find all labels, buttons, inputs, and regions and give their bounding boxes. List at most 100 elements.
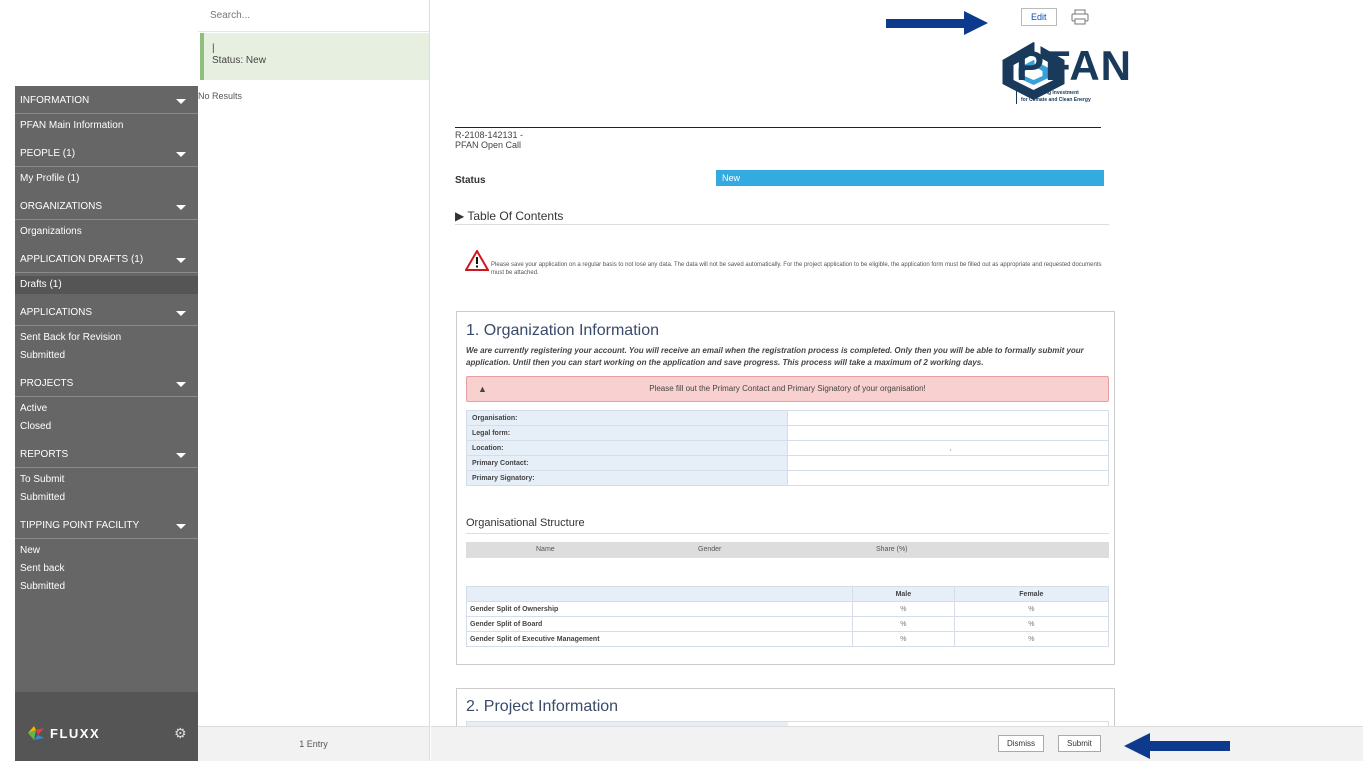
sidebar-item[interactable]: Sent back: [15, 560, 198, 578]
sidebar-section-header[interactable]: INFORMATION: [15, 88, 198, 113]
sidebar-item[interactable]: New: [15, 542, 198, 560]
sidebar-group: Organizations: [15, 220, 198, 247]
sidebar-section-header[interactable]: TIPPING POINT FACILITY: [15, 513, 198, 538]
sidebar: INFORMATION PFAN Main Information PEOPLE (…: [15, 0, 198, 761]
fluxx-logo-icon: [28, 726, 44, 740]
header-divider: [455, 127, 1101, 128]
sidebar-item[interactable]: Sent Back for Revision: [15, 329, 198, 347]
alert-triangle-icon: ▲: [478, 384, 487, 394]
chevron-down-icon: [176, 311, 186, 316]
pfan-tagline-1: Accelerating Investment: [1021, 90, 1079, 96]
sidebar-section-label: PEOPLE (1): [20, 148, 76, 159]
chevron-down-icon: [176, 205, 186, 210]
sidebar-item[interactable]: Closed: [15, 418, 198, 436]
column-header: Share (%): [876, 546, 908, 553]
sidebar-item[interactable]: My Profile (1): [15, 170, 198, 188]
sidebar-item[interactable]: Organizations: [15, 223, 198, 241]
fluxx-logo: FLUXX: [28, 725, 100, 741]
chevron-down-icon: [176, 524, 186, 529]
edit-button[interactable]: Edit: [1021, 8, 1057, 26]
table-row: Primary Signatory:: [466, 470, 1109, 486]
detail-panel: Edit PFAN Accelerating Investment for Cl…: [431, 0, 1363, 726]
row-label: Gender Split of Board: [466, 616, 853, 632]
chevron-down-icon: [176, 99, 186, 104]
table-row: Gender Split of Ownership%%: [466, 601, 1110, 617]
sidebar-group: Drafts (1): [15, 273, 198, 300]
sidebar-section-header[interactable]: REPORTS: [15, 442, 198, 467]
action-bar: Dismiss Submit: [431, 726, 1363, 761]
table-of-contents-toggle[interactable]: ▶ Table Of Contents: [455, 209, 1109, 225]
sidebar-item[interactable]: Submitted: [15, 347, 198, 365]
list-item[interactable]: | Status: New: [200, 33, 429, 80]
sidebar-group: Sent Back for Revision Submitted: [15, 326, 198, 371]
dismiss-button[interactable]: Dismiss: [998, 735, 1044, 752]
app-window: INFORMATION PFAN Main Information PEOPLE (…: [0, 0, 1363, 761]
section-title: 1. Organization Information: [466, 322, 659, 339]
list-column: | Status: New No Results 1 Entry: [198, 0, 430, 761]
record-heading: R-2108-142131 - PFAN Open Call: [455, 130, 523, 150]
sidebar-top-blank: [15, 0, 198, 86]
registration-note: We are currently registering your accoun…: [466, 346, 1084, 367]
field-value: [787, 425, 1109, 441]
gear-icon[interactable]: ⚙: [174, 726, 187, 740]
sidebar-item[interactable]: PFAN Main Information: [15, 117, 198, 135]
sidebar-item[interactable]: Submitted: [15, 578, 198, 596]
pfan-tagline-2: for Climate and Clean Energy: [1021, 97, 1091, 103]
chevron-down-icon: [176, 453, 186, 458]
sidebar-section-label: TIPPING POINT FACILITY: [20, 520, 140, 531]
sidebar-section-header[interactable]: APPLICATIONS: [15, 300, 198, 325]
sidebar-section-header[interactable]: ORGANIZATIONS: [15, 194, 198, 219]
sidebar-item[interactable]: Active: [15, 400, 198, 418]
sidebar-section-header[interactable]: PROJECTS: [15, 371, 198, 396]
record-id: R-2108-142131 -: [455, 130, 524, 140]
male-value: %: [852, 601, 955, 617]
sidebar-group: To Submit Submitted: [15, 468, 198, 513]
sidebar-section-label: INFORMATION: [20, 95, 90, 106]
sidebar-section-header[interactable]: PEOPLE (1): [15, 141, 198, 166]
sidebar-group: PFAN Main Information: [15, 114, 198, 141]
sidebar-item[interactable]: Submitted: [15, 489, 198, 507]
no-results-text: No Results: [198, 91, 243, 101]
alert-text: Please fill out the Primary Contact and …: [649, 384, 926, 393]
female-value: %: [953, 601, 1110, 617]
status-badge: New: [716, 170, 1104, 186]
field-value: [787, 410, 1109, 426]
arrow-left-icon: [1124, 733, 1230, 759]
field-value: ,: [787, 440, 1109, 456]
sidebar-item[interactable]: Drafts (1): [15, 276, 198, 294]
organization-fields-table: Organisation: Legal form: Location:, Primar…: [466, 410, 1109, 486]
pfan-logo-text: PFAN: [1016, 42, 1133, 89]
list-footer-count: 1 Entry: [198, 726, 429, 761]
submit-button[interactable]: Submit: [1058, 735, 1101, 752]
status-label: Status: [455, 175, 486, 186]
pfan-tagline: Accelerating Investment for Climate and …: [1016, 90, 1091, 104]
record-program: PFAN Open Call: [455, 140, 522, 150]
search-input[interactable]: [198, 0, 429, 32]
sidebar-item[interactable]: To Submit: [15, 471, 198, 489]
chevron-down-icon: [176, 152, 186, 157]
field-label: Primary Contact:: [466, 455, 788, 471]
print-icon[interactable]: [1071, 9, 1089, 25]
warning-icon: [465, 250, 489, 271]
sidebar-section-header[interactable]: APPLICATION DRAFTS (1): [15, 247, 198, 272]
table-row: Gender Split of Board%%: [466, 616, 1110, 632]
sidebar-section-label: APPLICATIONS: [20, 307, 93, 318]
organization-information-section: 1. Organization Information We are curre…: [456, 311, 1115, 665]
arrow-right-icon: [886, 11, 988, 35]
table-row: Legal form:: [466, 425, 1109, 441]
table-row: Gender Split of Executive Management%%: [466, 631, 1110, 647]
female-value: %: [953, 616, 1110, 632]
sidebar-section-label: APPLICATION DRAFTS (1): [20, 254, 144, 265]
field-label: Location:: [466, 440, 788, 456]
table-row: Location:,: [466, 440, 1109, 456]
chevron-down-icon: [176, 258, 186, 263]
field-label: Legal form:: [466, 425, 788, 441]
field-label: Organisation:: [466, 410, 788, 426]
sidebar-group: Active Closed: [15, 397, 198, 442]
sidebar-footer: FLUXX ⚙: [15, 692, 198, 761]
gender-split-table: Male Female Gender Split of Ownership%% G…: [466, 586, 1110, 647]
row-label: Gender Split of Ownership: [466, 601, 853, 617]
structure-table-header: Name Gender Share (%): [466, 542, 1109, 558]
list-item-status: Status: New: [212, 55, 266, 66]
male-value: %: [852, 616, 955, 632]
